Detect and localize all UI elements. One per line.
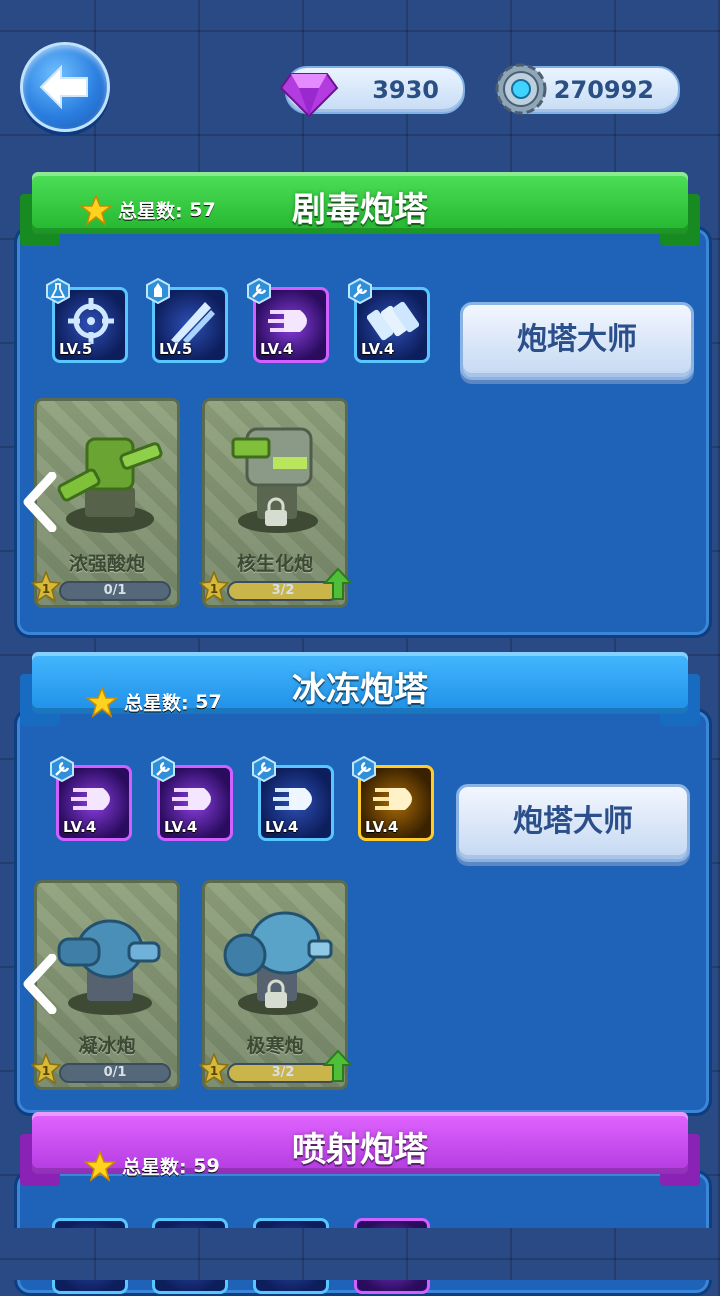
background-floor [0, 1228, 720, 1280]
section-title: 冰冻炮塔 [292, 670, 428, 710]
ice-tower-ribbon: 总星数: 57 冰冻炮塔 [20, 652, 700, 726]
lock-icon [265, 979, 287, 1008]
skill-slot[interactable]: LV.4 [50, 756, 132, 841]
bullet-icon [268, 310, 307, 332]
svg-text:1: 1 [42, 1064, 50, 1078]
skill-slot[interactable]: LV.4 [252, 756, 334, 841]
tower-card[interactable]: 核生化炮 3/2 1 [199, 398, 353, 608]
skill-slot[interactable]: LV.4 [151, 756, 233, 841]
bullet-icon [71, 788, 110, 810]
skill-slot[interactable]: LV.4 [247, 278, 329, 363]
star-level-icon: 1 [31, 1053, 61, 1085]
jet-tower-ribbon: 总星数: 59 喷射炮塔 [20, 1112, 700, 1186]
gem-icon [279, 73, 339, 118]
poison-tower-ribbon: 总星数: 57 剧毒炮塔 [20, 172, 700, 246]
section-title: 喷射炮塔 [292, 1130, 428, 1170]
back-arrow-icon [39, 64, 88, 110]
star-level-icon: 1 [199, 571, 229, 603]
skill-slot[interactable]: LV.4 [348, 278, 430, 363]
gear-icon [495, 63, 547, 115]
gem-count: 3930 [372, 76, 439, 104]
acid-cannon-icon [57, 437, 163, 533]
section-title: 剧毒炮塔 [292, 190, 428, 230]
gem-counter: 3930 [279, 66, 465, 118]
upgrade-arrow-icon [323, 567, 353, 600]
tower-card[interactable]: 极寒炮 3/2 1 [199, 880, 353, 1090]
gear-count: 270992 [553, 76, 654, 104]
tower-progress-bar: 0/1 [59, 581, 171, 601]
missile-icon [171, 302, 215, 344]
skill-slot[interactable]: LV.4 [352, 756, 434, 841]
back-button[interactable] [20, 42, 110, 132]
upgrade-arrow-icon [323, 1049, 353, 1082]
svg-text:1: 1 [210, 582, 218, 596]
crosshair-icon [68, 298, 114, 344]
bullet-icon [172, 788, 211, 810]
scroll-left-arrow-icon[interactable] [22, 472, 58, 532]
star-level-icon: 1 [199, 1053, 229, 1085]
tower-master-button[interactable]: 炮塔大师 [456, 784, 690, 862]
gear-counter: 270992 [495, 63, 680, 115]
bullet-icon [373, 788, 412, 810]
tower-progress-bar: 0/1 [59, 1063, 171, 1083]
scroll-left-arrow-icon[interactable] [22, 954, 58, 1014]
svg-text:1: 1 [42, 582, 50, 596]
star-level-icon: 1 [31, 571, 61, 603]
bullet-icon [273, 788, 312, 810]
skill-slot[interactable]: LV.5 [146, 278, 228, 363]
frost-cannon-icon [57, 919, 161, 1015]
svg-text:1: 1 [210, 1064, 218, 1078]
ammo-icon [367, 301, 419, 341]
tower-master-button[interactable]: 炮塔大师 [460, 302, 694, 380]
skill-slot[interactable]: LV.5 [46, 278, 128, 363]
lock-icon [265, 497, 287, 526]
